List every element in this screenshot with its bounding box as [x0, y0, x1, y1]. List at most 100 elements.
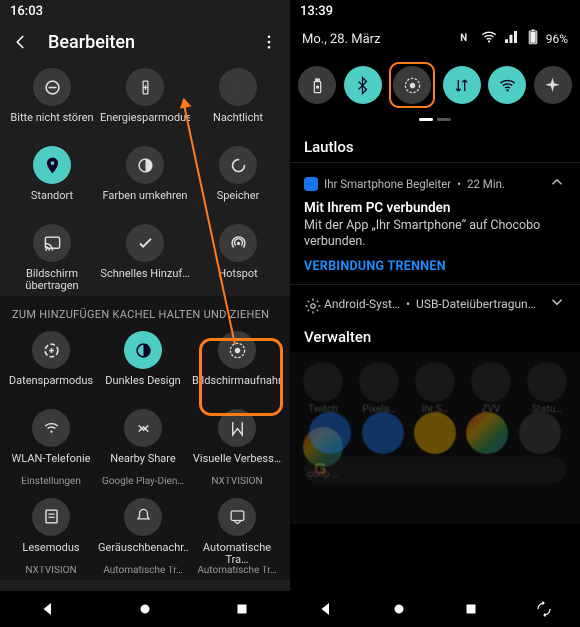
drag-hint: ZUM HINZUFÜGEN KACHEL HALTEN UND ZIEHEN: [0, 298, 290, 325]
notif-action-disconnect[interactable]: VERBINDUNG TRENNEN: [304, 259, 566, 274]
dock-messages-icon: [362, 412, 404, 454]
active-tiles-grid: Bitte nicht stören Energiesparmodus Nach…: [0, 62, 290, 296]
qs-airplane-button[interactable]: [534, 66, 572, 104]
status-bar: 16:03: [0, 0, 290, 22]
qs-wifi-button[interactable]: [488, 66, 526, 104]
qs-header: Mo., 28. März 96%: [290, 22, 580, 58]
nav-back-icon[interactable]: [315, 598, 337, 620]
qs-screen-record-button[interactable]: [393, 66, 431, 104]
qs-tile-auto-transcribe[interactable]: Automatische Tra… Automatische Tr…: [190, 492, 284, 581]
nfc-icon: [458, 28, 476, 50]
right-screenshot: 13:39 Mo., 28. März 96% Lautlos Ihr Smar…: [290, 0, 580, 627]
notif-time: 22 Min.: [467, 177, 505, 191]
tile-label: Bitte nicht stören: [10, 112, 93, 136]
qs-data-button[interactable]: [443, 66, 481, 104]
home-app: Statu…: [524, 362, 570, 415]
notif2-text: USB-Dateiübertragung aktiviert: [416, 297, 542, 311]
cast-icon: [33, 224, 71, 262]
tile-label: Farben umkehren: [102, 190, 187, 214]
nav-home-icon[interactable]: [134, 598, 156, 620]
signal-icon: [502, 28, 520, 50]
tile-label: Nearby Share: [110, 453, 175, 477]
dock-row: [290, 412, 580, 454]
battery-text: 96%: [546, 32, 568, 46]
tile-label: Lesemodus: [22, 542, 79, 566]
location-icon: [33, 146, 71, 184]
qs-flashlight-button[interactable]: [298, 66, 336, 104]
nav-rotate-icon[interactable]: [533, 598, 555, 620]
nav-bar: [0, 591, 290, 627]
qs-tile-nxtvision[interactable]: Visuelle Verbess… NXTVISION: [190, 403, 284, 492]
notif2-app-name: Android-Syst…: [324, 297, 400, 311]
hotspot-icon: [219, 224, 257, 262]
qs-bluetooth-button[interactable]: [344, 66, 382, 104]
tile-label: Automatische Tra…: [192, 542, 282, 566]
back-icon[interactable]: [12, 33, 30, 51]
nearby-share-icon: [124, 409, 162, 447]
tile-label: Bildschirm übertragen: [8, 268, 96, 292]
qs-tile-wifi-calling[interactable]: WLAN-Telefonie Einstellungen: [6, 403, 96, 492]
tile-sublabel: NXTVISION: [25, 566, 76, 577]
qs-tile-dnd[interactable]: Bitte nicht stören: [6, 62, 98, 140]
qs-tile-check[interactable]: Schnelles Hinzuf…: [98, 218, 192, 296]
notification-android-system[interactable]: Android-Syst… • USB-Dateiübertragung akt…: [290, 284, 580, 322]
qs-tile-hotspot[interactable]: Hotspot: [192, 218, 284, 296]
home-app: Ihr S…: [412, 362, 458, 415]
manage-section-title[interactable]: Verwalten: [290, 322, 580, 352]
dnd-icon: [33, 68, 71, 106]
tile-label: Dunkles Design: [105, 375, 181, 399]
notification-your-phone[interactable]: Ihr Smartphone Begleiter • 22 Min. Mit I…: [290, 162, 580, 284]
tile-sublabel: NXTVISION: [211, 477, 262, 488]
battery-saver-icon: [126, 68, 164, 106]
tile-label: Standort: [31, 190, 73, 214]
qs-tile-location[interactable]: Standort: [6, 140, 98, 218]
home-app: Pixela…: [356, 362, 402, 415]
chevron-up-icon[interactable]: [548, 173, 566, 194]
more-icon[interactable]: [260, 33, 278, 51]
tile-sublabel: Automatische Tr…: [197, 566, 276, 577]
tile-sublabel: Google Play-Dien…: [102, 477, 184, 488]
header-title: Bearbeiten: [48, 32, 242, 53]
status-bar: 13:39: [290, 0, 580, 22]
battery-icon: [524, 28, 542, 50]
storage-icon: [219, 146, 257, 184]
qs-tile-read-mode[interactable]: Lesemodus NXTVISION: [6, 492, 96, 581]
auto-transcribe-icon: [218, 498, 256, 536]
page-indicator: [290, 118, 580, 122]
nav-recent-icon[interactable]: [460, 598, 482, 620]
qs-tile-invert-colors[interactable]: Farben umkehren: [98, 140, 192, 218]
highlight-box-qs: [389, 62, 435, 108]
home-app: ZVV: [468, 362, 514, 415]
tile-label: Speicher: [217, 190, 260, 214]
notif-body: Mit der App „Ihr Smartphone“ auf Chocobo…: [304, 218, 566, 249]
data-saver-icon: [32, 331, 70, 369]
qs-tile-cast[interactable]: Bildschirm übertragen: [6, 218, 98, 296]
tile-label: Visuelle Verbess…: [193, 453, 281, 477]
notif-app-name: Ihr Smartphone Begleiter: [324, 177, 451, 191]
qs-tile-nearby-share[interactable]: Nearby Share Google Play-Dien…: [96, 403, 190, 492]
dock-contacts-icon: [414, 412, 456, 454]
chevron-down-icon[interactable]: [548, 293, 566, 314]
nav-back-icon[interactable]: [37, 598, 59, 620]
wifi-calling-icon: [32, 409, 70, 447]
qs-tile-night-light[interactable]: Nachtlicht: [192, 62, 284, 140]
highlight-box-screen-record-tile: [199, 338, 283, 416]
tile-sublabel: Einstellungen: [21, 477, 81, 488]
tile-label: Geräuschbenachr…: [98, 542, 188, 566]
read-mode-icon: [32, 498, 70, 536]
tile-label: Schnelles Hinzuf…: [100, 268, 189, 292]
dock-phone-icon: [309, 412, 351, 454]
silent-section-title: Lautlos: [290, 128, 580, 162]
tile-label: Datensparmodus: [9, 375, 93, 399]
dark-mode-icon: [124, 331, 162, 369]
qs-tile-data-saver[interactable]: Datensparmodus: [6, 325, 96, 403]
status-time: 16:03: [10, 4, 43, 19]
nav-recent-icon[interactable]: [231, 598, 253, 620]
home-screen-background: TwitchPixela…Ihr S…ZVVStatu… coop … G: [290, 352, 580, 524]
nav-home-icon[interactable]: [388, 598, 410, 620]
qs-tile-dark-mode[interactable]: Dunkles Design: [96, 325, 190, 403]
tile-sublabel: Automatische Tr…: [103, 566, 182, 577]
home-app: Twitch: [300, 362, 346, 415]
tile-label: WLAN-Telefonie: [12, 453, 91, 477]
qs-tile-sound-notif[interactable]: Geräuschbenachr… Automatische Tr…: [96, 492, 190, 581]
